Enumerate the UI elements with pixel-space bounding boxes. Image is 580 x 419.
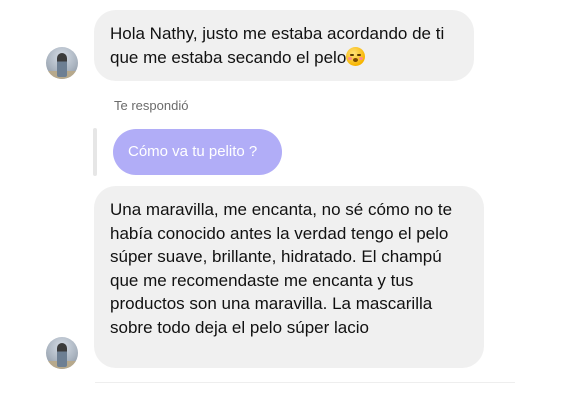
reply-label: Te respondió xyxy=(114,98,189,113)
emoji-cheek-right xyxy=(359,56,364,60)
message-text-1: Hola Nathy, justo me estaba acordando de… xyxy=(110,24,445,67)
message-text-2: Una maravilla, me encanta, no sé cómo no… xyxy=(110,200,453,337)
reply-quote-bar xyxy=(93,128,97,176)
avatar-figure xyxy=(57,53,67,77)
avatar[interactable] xyxy=(46,47,78,79)
emoji-cheek-left xyxy=(348,56,353,60)
emoji-mouth xyxy=(353,57,359,62)
avatar-figure xyxy=(57,343,67,367)
message-bubble-2[interactable]: Una maravilla, me encanta, no sé cómo no… xyxy=(94,186,484,368)
divider xyxy=(95,382,515,383)
message-bubble-1[interactable]: Hola Nathy, justo me estaba acordando de… xyxy=(94,10,474,81)
flushed-face-emoji-icon xyxy=(346,46,366,66)
avatar[interactable] xyxy=(46,337,78,369)
quoted-message-bubble[interactable]: Cómo va tu pelito ? xyxy=(113,129,282,175)
